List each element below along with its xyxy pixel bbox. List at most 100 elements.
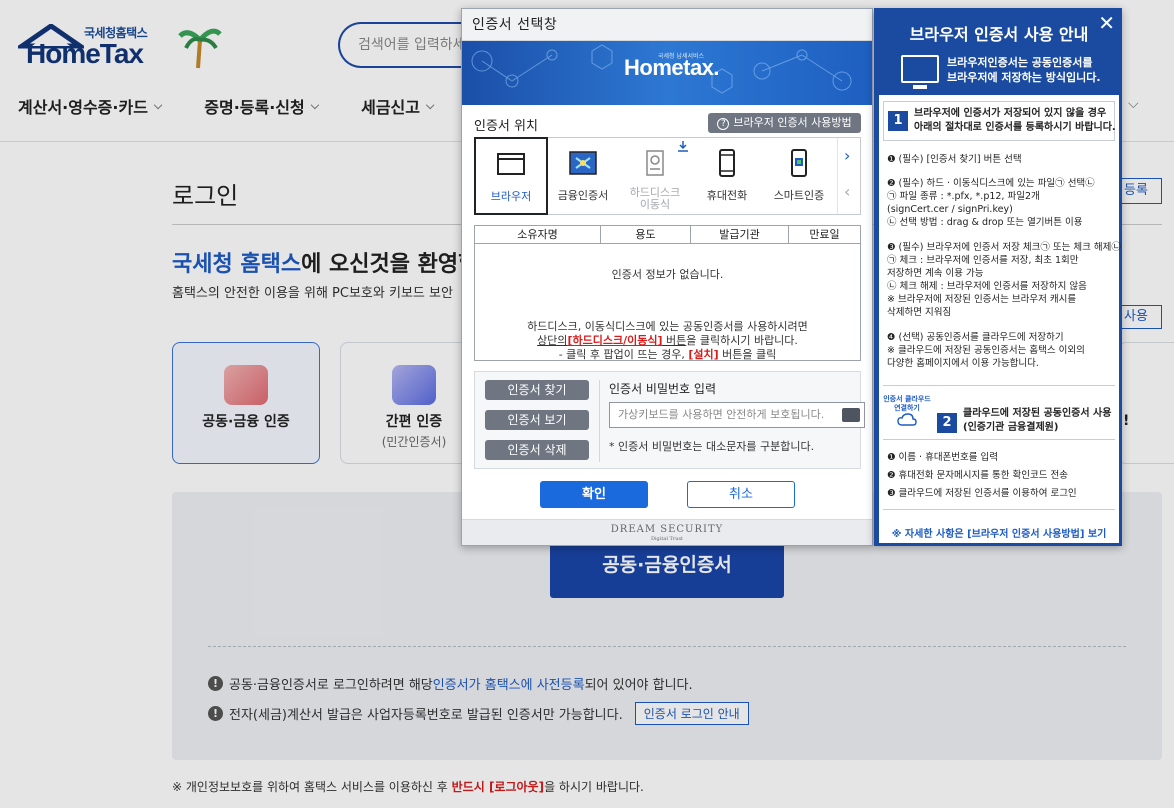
guide-body: 1 브라우저에 인증서가 저장되어 있지 않을 경우 아래의 절차대로 인증서를… bbox=[879, 95, 1121, 543]
tab-label: 금융인증서 bbox=[557, 189, 609, 202]
guide-line: ㉡ 선택 방법 : drag & drop 또는 열기버튼 이용 bbox=[887, 217, 1083, 228]
instruction-text: 을 클릭하시기 바랍니다. bbox=[686, 334, 798, 347]
guide-line: 저장하면 계속 이용 가능 bbox=[887, 268, 984, 279]
instruction-text: 상단의 bbox=[537, 334, 568, 347]
footer-tagline: Digital Trust bbox=[650, 536, 684, 542]
password-placeholder: 가상키보드를 사용하면 안전하게 보호됩니다. bbox=[618, 408, 825, 421]
instruction-line: 하드디스크, 이동식디스크에 있는 공동인증서를 사용하시려면 bbox=[527, 320, 808, 333]
instruction-line: - 클릭 후 팝업이 뜨는 경우, [설치] 버튼을 클릭 bbox=[475, 348, 860, 362]
cloud-icon bbox=[897, 413, 917, 426]
browser-window-icon bbox=[497, 153, 525, 175]
location-tab-financial[interactable]: 금융인증서 bbox=[547, 138, 619, 214]
divider bbox=[883, 439, 1115, 440]
guide-line: ㉡ 체크 해제 : 브라우저에 인증서를 저장하지 않음 bbox=[887, 281, 1087, 292]
find-cert-button[interactable]: 인증서 찾기 bbox=[485, 380, 589, 400]
guide-line: ❶ 이름 · 휴대폰번호를 입력 bbox=[887, 452, 999, 463]
banner-logo: Hometax. bbox=[624, 55, 720, 80]
tab-label: 브라우저 bbox=[490, 190, 532, 203]
step-text: 브라우저에 인증서가 저장되어 있지 않을 경우 아래의 절차대로 인증서를 등… bbox=[914, 107, 1116, 135]
guide-line: ❹ (선택) 공동인증서를 클라우드에 저장하기 bbox=[887, 332, 1064, 343]
cert-select-dialog: 인증서 선택창 국세청 납세서비스 Hometax. 인증서 위치 ? 브라우저 … bbox=[461, 8, 873, 546]
intro-line: 브라우저인증서는 공동인증서를 bbox=[947, 56, 1093, 69]
guide-line: ㉠ 파일 종류 : *.pfx, *.p12, 파일2개 bbox=[887, 191, 1040, 202]
mobile-phone-icon bbox=[719, 149, 735, 177]
guide-line: ㉠ 체크 : 브라우저에 인증서를 저장, 최초 1회만 bbox=[887, 255, 1079, 266]
step-text-line: 브라우저에 인증서가 저장되어 있지 않을 경우 bbox=[914, 108, 1107, 119]
dialog-title: 인증서 선택창 bbox=[462, 9, 872, 41]
guide-line: ❸ 클라우드에 저장된 인증서를 이용하여 로그인 bbox=[887, 488, 1077, 499]
step-2-header: 클라우드에 저장된 공동인증서 사용 (인증기관 금융결제원) bbox=[963, 407, 1111, 435]
step-number: 2 bbox=[937, 413, 957, 433]
password-section: 인증서 찾기 인증서 보기 인증서 삭제 인증서 비밀번호 입력 가상키보드를 … bbox=[474, 371, 865, 469]
divider bbox=[599, 380, 600, 462]
dialog-footer: DREAM SECURITY Digital Trust bbox=[462, 519, 872, 545]
smart-cert-icon bbox=[791, 149, 807, 177]
dialog-banner: 국세청 납세서비스 Hometax. bbox=[462, 41, 872, 105]
guide-line: ❸ (필수) 브라우저에 인증서 저장 체크㉠ 또는 체크 해제㉡ bbox=[887, 242, 1121, 253]
column-header-owner[interactable]: 소유자명 bbox=[475, 226, 601, 243]
instruction-line: 상단의[하드디스크/이동식] 버튼을 클릭하시기 바랍니다. bbox=[475, 334, 860, 348]
column-header-issuer[interactable]: 발급기관 bbox=[691, 226, 789, 243]
monitor-icon bbox=[901, 55, 939, 89]
tab-label: 하드디스크 이동식 bbox=[629, 186, 681, 211]
column-header-purpose[interactable]: 용도 bbox=[601, 226, 691, 243]
guide-line: 다양한 홈페이지에서 이용 가능합니다. bbox=[887, 358, 1039, 369]
location-header: 인증서 위치 ? 브라우저 인증서 사용방법 bbox=[462, 105, 872, 135]
footer-brand: DREAM SECURITY bbox=[610, 524, 724, 535]
download-icon[interactable] bbox=[677, 140, 689, 152]
guide-line: 삭제하면 지워짐 bbox=[887, 307, 952, 318]
location-tab-smart[interactable]: 스마트인증 bbox=[763, 138, 835, 214]
password-hint: * 인증서 비밀번호는 대소문자를 구분합니다. bbox=[609, 440, 815, 453]
cloud-connect-button[interactable]: 인증서 클라우드 연결하기 bbox=[883, 395, 931, 413]
guide-line: ※ 클라우드에 저장된 공동인증서는 홈택스 이외의 bbox=[887, 345, 1085, 356]
instruction-text: 버튼 bbox=[662, 334, 687, 347]
chevron-right-icon[interactable]: › bbox=[844, 146, 850, 165]
step-text-line: (인증기관 금융결제원) bbox=[963, 422, 1059, 433]
virtual-keyboard-icon[interactable] bbox=[842, 408, 860, 422]
cert-list-table: 소유자명 용도 발급기관 만료일 인증서 정보가 없습니다. 하드디스크, 이동… bbox=[474, 225, 861, 361]
cert-password-input[interactable]: 가상키보드를 사용하면 안전하게 보호됩니다. bbox=[609, 402, 865, 428]
guide-intro: 브라우저인증서는 공동인증서를 브라우저에 저장하는 방식입니다. bbox=[947, 55, 1101, 85]
location-scroller: › ‹ bbox=[837, 138, 861, 214]
guide-line: ❷ 휴대전화 문자메시지를 통한 확인코드 전송 bbox=[887, 470, 1068, 481]
guide-line: ❶ (필수) [인증서 찾기] 버튼 선택 bbox=[887, 154, 1022, 165]
how-to-use-button[interactable]: ? 브라우저 인증서 사용방법 bbox=[708, 113, 861, 133]
empty-message: 인증서 정보가 없습니다. bbox=[611, 268, 724, 281]
column-header-expiry[interactable]: 만료일 bbox=[789, 226, 860, 243]
intro-line: 브라우저에 저장하는 방식입니다. bbox=[947, 71, 1101, 84]
step-text-line: 클라우드에 저장된 공동인증서 사용 bbox=[963, 408, 1112, 419]
cert-location-tabs: 브라우저 금융인증서 하드디스크 이동식 휴대전화 스마트인증 › ‹ bbox=[474, 137, 861, 215]
instruction-text: - 클릭 후 팝업이 뜨는 경우, bbox=[558, 348, 689, 361]
guide-line: (signCert.cer / signPri.key) bbox=[887, 204, 1013, 215]
harddisk-button-ref: [하드디스크/이동식] bbox=[567, 334, 663, 347]
confirm-button[interactable]: 확인 bbox=[540, 481, 648, 508]
chevron-left-icon[interactable]: ‹ bbox=[844, 182, 850, 201]
tab-label: 스마트인증 bbox=[773, 189, 825, 202]
financial-cert-icon bbox=[569, 151, 597, 175]
location-tab-browser[interactable]: 브라우저 bbox=[474, 137, 548, 215]
instruction-text: 버튼을 클릭 bbox=[718, 348, 777, 361]
install-button-ref: [설치] bbox=[688, 348, 719, 361]
password-label: 인증서 비밀번호 입력 bbox=[609, 382, 716, 396]
step-number: 1 bbox=[888, 111, 908, 131]
divider bbox=[883, 385, 1115, 386]
harddisk-instruction: 하드디스크, 이동식디스크에 있는 공동인증서를 사용하시려면 상단의[하드디스… bbox=[475, 320, 860, 362]
location-tab-phone[interactable]: 휴대전화 bbox=[691, 138, 763, 214]
how-to-label: 브라우저 인증서 사용방법 bbox=[733, 116, 852, 129]
cancel-button[interactable]: 취소 bbox=[687, 481, 795, 508]
step-1-header: 1 브라우저에 인증서가 저장되어 있지 않을 경우 아래의 절차대로 인증서를… bbox=[883, 101, 1116, 141]
table-header: 소유자명 용도 발급기관 만료일 bbox=[475, 226, 860, 244]
harddisk-icon bbox=[646, 150, 664, 176]
how-to-use-link[interactable]: ※ 자세한 사항은 [브라우저 인증서 사용방법] 보기 bbox=[879, 525, 1119, 540]
tab-label: 휴대전화 bbox=[706, 189, 748, 202]
guide-title: 브라우저 인증서 사용 안내 bbox=[909, 25, 1089, 44]
question-icon: ? bbox=[717, 118, 730, 130]
divider bbox=[883, 509, 1115, 510]
guide-line: ❷ (필수) 하드 · 이동식디스크에 있는 파일㉠ 선택㉡ bbox=[887, 178, 1095, 189]
step-text-line: 아래의 절차대로 인증서를 등록하시기 바랍니다. bbox=[914, 122, 1116, 133]
browser-cert-guide: ✕ 브라우저 인증서 사용 안내 브라우저인증서는 공동인증서를 브라우저에 저… bbox=[874, 8, 1122, 546]
delete-cert-button[interactable]: 인증서 삭제 bbox=[485, 440, 589, 460]
guide-line: ※ 브라우저에 저장된 인증서는 브라우저 캐시를 bbox=[887, 294, 1077, 305]
view-cert-button[interactable]: 인증서 보기 bbox=[485, 410, 589, 430]
location-label: 인증서 위치 bbox=[474, 119, 538, 134]
